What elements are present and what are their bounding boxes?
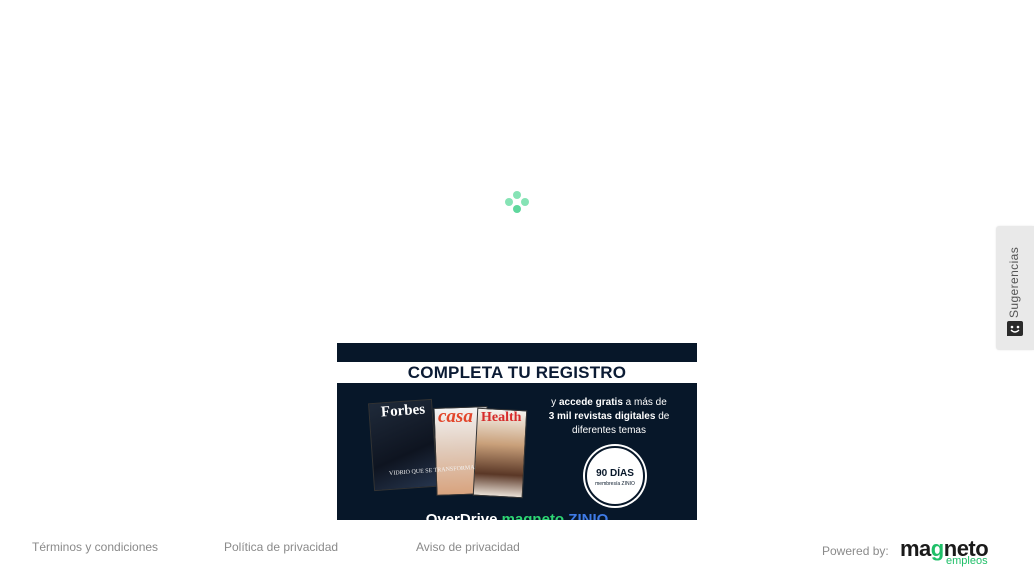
loader-dot: [521, 198, 529, 206]
suggestions-tab-label: Sugerencias: [1007, 246, 1021, 318]
powered-by-label: Powered by:: [822, 544, 889, 558]
copy-bold-1: accede gratis: [558, 397, 623, 408]
brand-overdrive: OverDrive: [425, 511, 498, 520]
loading-dots-icon: [505, 191, 529, 215]
terms-link[interactable]: Términos y condiciones: [32, 540, 158, 554]
magazine-title-forbes: Forbes: [380, 401, 426, 421]
copy-suffix-2: de: [658, 411, 670, 422]
brand-zinio: ZINIO: [568, 511, 609, 520]
banner-brands: OverDrive magneto ZINIO: [337, 511, 697, 520]
feedback-face-icon: [1007, 321, 1023, 336]
magneto-logo[interactable]: magneto empleos: [900, 536, 996, 568]
loader-dot: [505, 198, 513, 206]
magazine-title-health: Health: [481, 410, 522, 425]
copy-line-3: diferentes temas: [572, 425, 646, 436]
brand-magneto: magneto: [501, 511, 565, 520]
banner-top-band: [337, 343, 697, 362]
badge-sub-text: membresía ZINIO: [595, 481, 635, 487]
ninety-days-badge: 90 DÍAS membresía ZINIO: [585, 446, 645, 506]
logo-word-part: g: [930, 536, 944, 561]
suggestions-tab[interactable]: Sugerencias: [996, 226, 1034, 350]
promo-banner[interactable]: COMPLETA TU REGISTRO Forbes casa Health …: [337, 343, 697, 520]
badge-main-text: 90 DÍAS: [596, 468, 634, 479]
copy-prefix: y: [551, 397, 557, 408]
privacy-notice-link[interactable]: Aviso de privacidad: [416, 540, 520, 554]
copy-bold-2: 3 mil revistas digitales: [548, 411, 656, 422]
magazine-title-casa: casa: [438, 406, 473, 427]
privacy-policy-link[interactable]: Política de privacidad: [224, 540, 338, 554]
logo-subtext: empleos: [946, 555, 988, 567]
logo-word-part: ma: [900, 536, 931, 561]
loader-dot: [513, 191, 521, 199]
copy-suffix-1: a más de: [625, 397, 667, 408]
loader-dot: [513, 205, 521, 213]
banner-headline: COMPLETA TU REGISTRO: [337, 362, 697, 383]
banner-copy: y accede gratis a más de 3 mil revistas …: [529, 396, 689, 438]
